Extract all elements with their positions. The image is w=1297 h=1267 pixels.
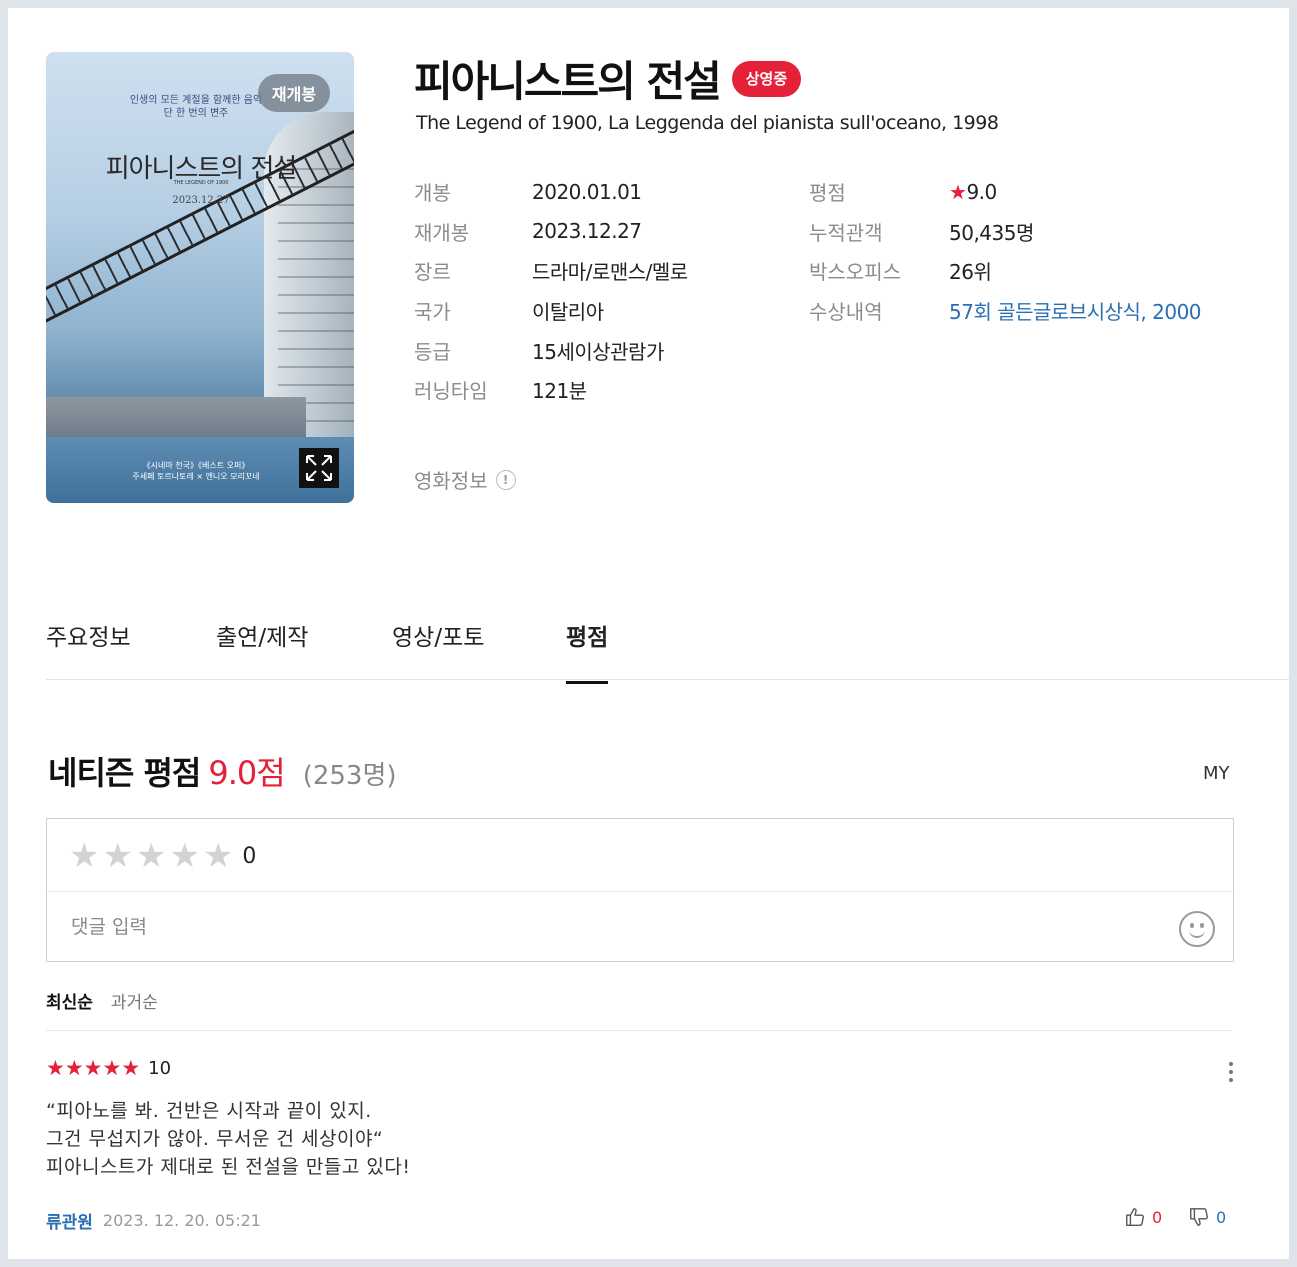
info-row-awards: 수상내역 57회 골든글로브시상식, 2000 — [809, 291, 1202, 331]
info-row-rerelease: 재개봉 2023.12.27 — [414, 212, 688, 252]
star-icon: ★ — [83, 1056, 103, 1080]
star-icon: ★ — [949, 179, 967, 204]
dislike-button[interactable]: 0 — [1188, 1206, 1226, 1228]
info-label: 개봉 — [414, 181, 451, 206]
poster-date: 2023.12.27 — [172, 195, 230, 206]
info-value: 2023.12.27 — [532, 219, 642, 244]
tab-cast[interactable]: 출연/제작 — [216, 618, 308, 681]
review-meta: 류관원 2023. 12. 20. 05:21 — [46, 1208, 261, 1233]
info-label: 박스오피스 — [809, 260, 901, 285]
info-row-rating-grade: 등급 15세이상관람가 — [414, 330, 688, 370]
poster-credits: 《시네마 천국》《베스트 오퍼》 주세페 토르나토레 × 엔니오 모리꼬네 — [132, 461, 260, 481]
info-row-country: 국가 이탈리아 — [414, 291, 688, 331]
info-row-genre: 장르 드라마/로맨스/멜로 — [414, 251, 688, 291]
emoji-icon[interactable] — [1179, 911, 1215, 947]
info-label: 평점 — [809, 181, 846, 206]
movie-poster[interactable]: 인생의 모든 계절을 함께한 음악 단 한 번의 변주 피아니스트의 전설 TH… — [46, 52, 354, 503]
info-left-column: 개봉 2020.01.01 재개봉 2023.12.27 장르 드라마/로맨스/… — [414, 172, 688, 410]
star-rating-input[interactable]: ★ ★ ★ ★ ★ 0 — [69, 839, 256, 873]
info-value: ★9.0 — [949, 180, 997, 204]
info-value: 50,435명 — [949, 220, 1034, 245]
rating-label: 네티즌 평점 — [48, 754, 201, 792]
dislike-count: 0 — [1216, 1207, 1227, 1227]
tab-main-info[interactable]: 주요정보 — [46, 618, 131, 681]
info-value: 26위 — [949, 260, 992, 285]
star-icon[interactable]: ★ — [69, 839, 99, 873]
sort-oldest[interactable]: 과거순 — [111, 988, 158, 1013]
review-date: 2023. 12. 20. 05:21 — [102, 1211, 261, 1230]
like-button[interactable]: 0 — [1124, 1206, 1162, 1228]
info-row-audience: 누적관객 50,435명 — [809, 212, 1201, 252]
tab-bar: 주요정보 출연/제작 영상/포토 평점 — [46, 608, 1289, 684]
info-value: 드라마/로맨스/멜로 — [532, 260, 688, 285]
star-icon[interactable]: ★ — [136, 839, 166, 873]
movie-info-link[interactable]: 영화정보 ! — [414, 465, 516, 494]
info-right-column: 평점 ★9.0 누적관객 50,435명 박스오피스 26위 수상내역 57회 … — [809, 172, 1202, 331]
score-value: 9.0 — [966, 179, 997, 204]
like-count: 0 — [1152, 1207, 1163, 1227]
star-value: 0 — [242, 843, 257, 869]
info-label: 누적관객 — [809, 220, 883, 245]
award-link[interactable]: 57회 골든글로브시상식, 2000 — [949, 296, 1202, 325]
info-value: 이탈리아 — [532, 300, 604, 325]
review-score: 10 — [148, 1058, 172, 1079]
more-icon[interactable] — [1229, 1062, 1233, 1086]
thumbs-up-icon — [1126, 1208, 1144, 1226]
star-icon[interactable]: ★ — [169, 839, 199, 873]
info-value: 121분 — [532, 379, 587, 404]
info-value: 2020.01.01 — [532, 179, 642, 204]
expand-icon[interactable] — [299, 448, 339, 488]
comment-input[interactable] — [69, 911, 1133, 943]
movie-info-label: 영화정보 — [414, 469, 488, 493]
sort-options: 최신순 과거순 — [46, 988, 176, 1013]
star-icon[interactable]: ★ — [102, 839, 132, 873]
info-row-runtime: 러닝타임 121분 — [414, 370, 688, 410]
info-label: 등급 — [414, 339, 451, 364]
info-row-score: 평점 ★9.0 — [809, 172, 1201, 212]
movie-title: 피아니스트의 전설 — [414, 57, 722, 106]
star-icon: ★ — [102, 1056, 122, 1080]
star-icon: ★ — [64, 1056, 84, 1080]
rating-score: 9.0점 — [208, 754, 285, 792]
info-row-release: 개봉 2020.01.01 — [414, 172, 688, 212]
divider — [46, 1030, 1232, 1031]
star-icon: ★ — [121, 1056, 141, 1080]
info-icon[interactable]: ! — [495, 469, 516, 490]
thumbs-down-icon — [1190, 1208, 1208, 1226]
divider — [47, 891, 1233, 892]
info-label: 수상내역 — [809, 300, 883, 325]
tab-media[interactable]: 영상/포토 — [392, 618, 484, 681]
star-icon[interactable]: ★ — [203, 839, 233, 873]
info-value: 15세이상관람가 — [532, 339, 664, 364]
movie-detail-page: 인생의 모든 계절을 함께한 음악 단 한 번의 변주 피아니스트의 전설 TH… — [8, 8, 1289, 1259]
review-author[interactable]: 류관원 — [46, 1208, 93, 1233]
my-link[interactable]: MY — [1203, 763, 1230, 784]
sort-latest[interactable]: 최신순 — [46, 988, 93, 1013]
review-text: “피아노를 봐. 건반은 시작과 끝이 있지. 그건 무섭지가 않아. 무서운 … — [46, 1100, 411, 1178]
poster-subtitle: THE LEGEND OF 1900 — [173, 180, 229, 186]
reopen-badge: 재개봉 — [258, 74, 330, 112]
rating-header: 네티즌 평점 9.0점 (253명) — [48, 748, 397, 794]
info-row-boxoffice: 박스오피스 26위 — [809, 251, 1201, 291]
info-label: 러닝타임 — [414, 379, 488, 404]
review-stars: ★ ★ ★ ★ ★ 10 — [46, 1056, 1232, 1080]
review-item: ★ ★ ★ ★ ★ 10 “피아노를 봐. 건반은 시작과 끝이 있지. 그건 … — [46, 1056, 1233, 1233]
poster-port — [46, 397, 306, 437]
comment-box: ★ ★ ★ ★ ★ 0 — [46, 818, 1234, 962]
status-badge: 상영중 — [731, 60, 802, 97]
movie-original-title: The Legend of 1900, La Leggenda del pian… — [416, 112, 999, 134]
info-label: 장르 — [414, 260, 451, 285]
star-icon: ★ — [46, 1056, 65, 1080]
rating-count: (253명) — [302, 761, 397, 791]
info-label: 국가 — [414, 300, 451, 325]
tab-rating[interactable]: 평점 — [566, 618, 609, 684]
info-label: 재개봉 — [414, 220, 470, 245]
